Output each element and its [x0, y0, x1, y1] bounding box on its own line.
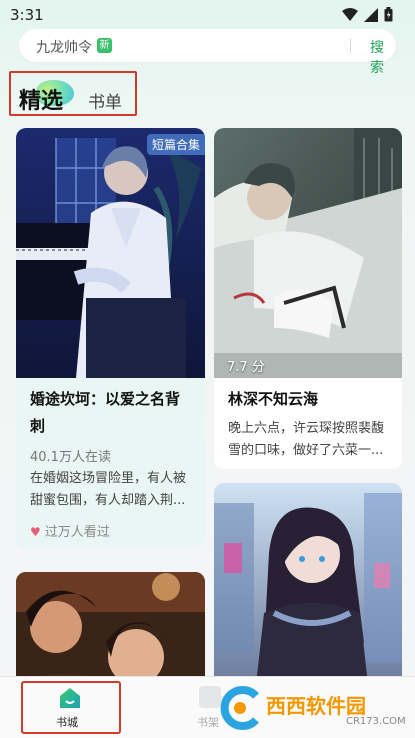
view-count: 过万人看过: [44, 525, 110, 540]
category-tabs: 精选 书单: [9, 71, 137, 116]
book-card[interactable]: 7.7 分 林深不知云海 晚上六点，许云琛按照裴馥 雪的口味，做好了六菜一...: [214, 128, 402, 469]
signal-icon: [364, 7, 378, 26]
book-title: 林深不知云海: [228, 390, 319, 408]
rating-score: 7.7 分: [227, 360, 265, 375]
home-icon: [58, 686, 82, 714]
tab-featured[interactable]: 精选: [19, 83, 63, 115]
book-title-line: 刺: [30, 417, 46, 435]
watermark-url: CR173.COM: [346, 716, 406, 727]
book-cover[interactable]: 短篇合集: [16, 128, 205, 378]
watermark-text: 西西软件园: [266, 694, 366, 718]
description-line: 晚上六点，许云琛按照裴馥: [228, 421, 385, 436]
search-divider: [350, 39, 351, 53]
watermark-c-icon: [220, 686, 259, 730]
search-bar[interactable]: 九龙帅令 新 搜索: [19, 29, 396, 76]
heart-icon: ♥: [30, 525, 41, 539]
book-meta: ♥ 过万人看过: [30, 521, 110, 540]
status-icons: [342, 7, 393, 26]
book-title-line: 婚途坎坷：以爱之名背: [30, 390, 181, 408]
description-line: 甜蜜包围，有人却踏入荆...: [30, 493, 186, 508]
status-time: 3:31: [10, 6, 44, 24]
tab-booklist[interactable]: 书单: [88, 88, 122, 113]
book-description: 晚上六点，许云琛按照裴馥 雪的口味，做好了六菜一...: [228, 418, 398, 462]
battery-icon: [384, 7, 393, 26]
book-description: 在婚姻这场冒险里，有人被 甜蜜包围，有人却踏入荆...: [30, 468, 200, 512]
wifi-icon: [342, 7, 358, 26]
book-title: 婚途坎坷：以爱之名背 刺: [30, 386, 200, 440]
reader-count: 40.1万人在读: [30, 450, 111, 465]
watermark-logo: 西西软件园 CR173.COM: [216, 686, 406, 732]
new-badge: 新: [97, 38, 112, 53]
description-line: 雪的口味，做好了六菜一...: [228, 443, 384, 458]
nav-label: 书城: [56, 716, 78, 729]
book-cover[interactable]: 7.7 分: [214, 128, 402, 378]
search-suggestion[interactable]: 九龙帅令: [36, 37, 92, 57]
short-story-tag: 短篇合集: [146, 134, 205, 155]
search-button[interactable]: 搜索: [370, 37, 396, 77]
description-line: 在婚姻这场冒险里，有人被: [30, 471, 187, 486]
book-card[interactable]: 短篇合集 婚途坎坷：以爱之名背 刺 40.1万人在读 在婚姻这场冒险里，有人被 …: [16, 128, 205, 548]
status-bar: 3:31: [0, 0, 415, 30]
